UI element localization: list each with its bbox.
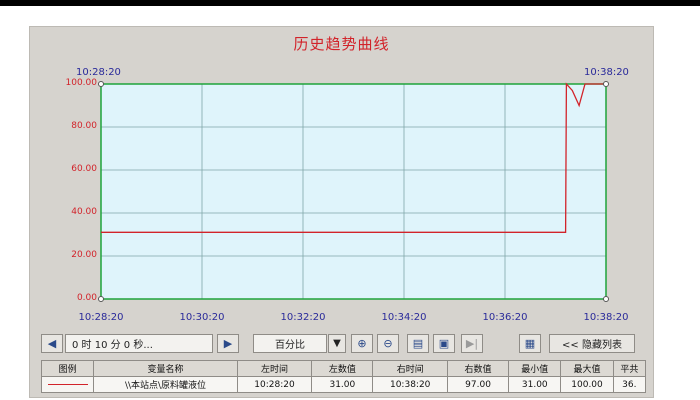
x-tick-label: 10:28:20 <box>78 312 124 323</box>
variable-table: 图例 变量名称 左时间 左数值 右时间 右数值 最小值 最大值 平共 \\本站点… <box>40 360 647 393</box>
save-icon: ▣ <box>438 337 450 350</box>
table-header[interactable]: 变量名称 <box>93 360 238 377</box>
zoom-out-icon: ⊖ <box>383 337 393 350</box>
scroll-left-button[interactable]: ◀ <box>41 334 63 353</box>
hide-list-button[interactable]: << 隐藏列表 <box>549 334 635 353</box>
average-cell: 36. <box>612 376 647 393</box>
zoom-in-button[interactable]: ⊕ <box>351 334 373 353</box>
y-tick-label: 100.00 <box>65 78 98 88</box>
y-tick-label: 60.00 <box>71 164 97 174</box>
trend-plot[interactable] <box>30 27 655 332</box>
x-tick-label: 10:36:20 <box>482 312 528 323</box>
y-tick-label: 80.00 <box>71 121 97 131</box>
cursor-marker <box>98 81 104 87</box>
right-value-cell: 97.00 <box>446 376 510 393</box>
table-header[interactable]: 最小值 <box>508 360 562 377</box>
x-tick-label: 10:34:20 <box>381 312 427 323</box>
legend-line-swatch <box>47 383 88 385</box>
scroll-right-button[interactable]: ▶ <box>217 334 239 353</box>
step-forward-button[interactable]: ▶| <box>461 334 483 353</box>
settings-button[interactable]: ▦ <box>519 334 541 353</box>
y-tick-label: 20.00 <box>71 250 97 260</box>
zoom-out-button[interactable]: ⊖ <box>377 334 399 353</box>
printer-icon: ▤ <box>412 337 424 350</box>
cursor-marker <box>603 81 609 87</box>
x-tick-label: 10:32:20 <box>280 312 326 323</box>
x-tick-label: 10:30:20 <box>179 312 225 323</box>
zoom-in-icon: ⊕ <box>357 337 367 350</box>
arrow-right-icon: ▶ <box>223 337 233 350</box>
right-time-cell: 10:38:20 <box>372 376 448 393</box>
table-header[interactable]: 图例 <box>40 360 95 377</box>
print-button[interactable]: ▤ <box>407 334 429 353</box>
cursor-marker <box>603 296 609 302</box>
table-header-row: 图例 变量名称 左时间 左数值 右时间 右数值 最小值 最大值 平共 <box>40 360 647 377</box>
table-header[interactable]: 左数值 <box>311 360 374 377</box>
legend-cell <box>40 376 95 393</box>
chevron-down-icon: ▼ <box>333 338 341 349</box>
step-forward-icon: ▶| <box>465 337 479 350</box>
table-icon: ▦ <box>524 337 536 350</box>
table-header[interactable]: 最大值 <box>560 360 614 377</box>
arrow-left-icon: ◀ <box>47 337 57 350</box>
variable-name-cell: \\本站点\原料罐液位 <box>93 376 238 393</box>
min-value-cell: 31.00 <box>508 376 562 393</box>
top-black-bar <box>0 0 700 6</box>
table-header[interactable]: 左时间 <box>236 360 313 377</box>
left-time-cell: 10:28:20 <box>236 376 313 393</box>
x-tick-label: 10:38:20 <box>583 312 629 323</box>
y-tick-label: 0.00 <box>76 293 97 303</box>
plot-grid <box>100 83 607 300</box>
duration-field[interactable]: 0 时 10 分 0 秒... <box>65 334 213 353</box>
percent-dropdown-button[interactable]: ▼ <box>328 334 346 353</box>
trend-toolbar: ◀ 0 时 10 分 0 秒... ▶ 百分比 ▼ ⊕ ⊖ ▤ ▣ ▶| ▦ <… <box>41 334 646 355</box>
table-header[interactable]: 右时间 <box>372 360 448 377</box>
percent-select[interactable]: 百分比 <box>253 334 327 353</box>
table-row[interactable]: \\本站点\原料罐液位 10:28:20 31.00 10:38:20 97.0… <box>40 376 647 393</box>
table-header[interactable]: 右数值 <box>446 360 510 377</box>
y-tick-label: 40.00 <box>71 207 97 217</box>
max-value-cell: 100.00 <box>560 376 614 393</box>
left-value-cell: 31.00 <box>311 376 374 393</box>
save-button[interactable]: ▣ <box>433 334 455 353</box>
trend-window: 历史趋势曲线 10:28:20 10:38:20 100.00 80.00 60.0… <box>29 26 654 398</box>
cursor-marker <box>98 296 104 302</box>
table-header[interactable]: 平共 <box>612 360 647 377</box>
plot-background <box>101 84 606 299</box>
